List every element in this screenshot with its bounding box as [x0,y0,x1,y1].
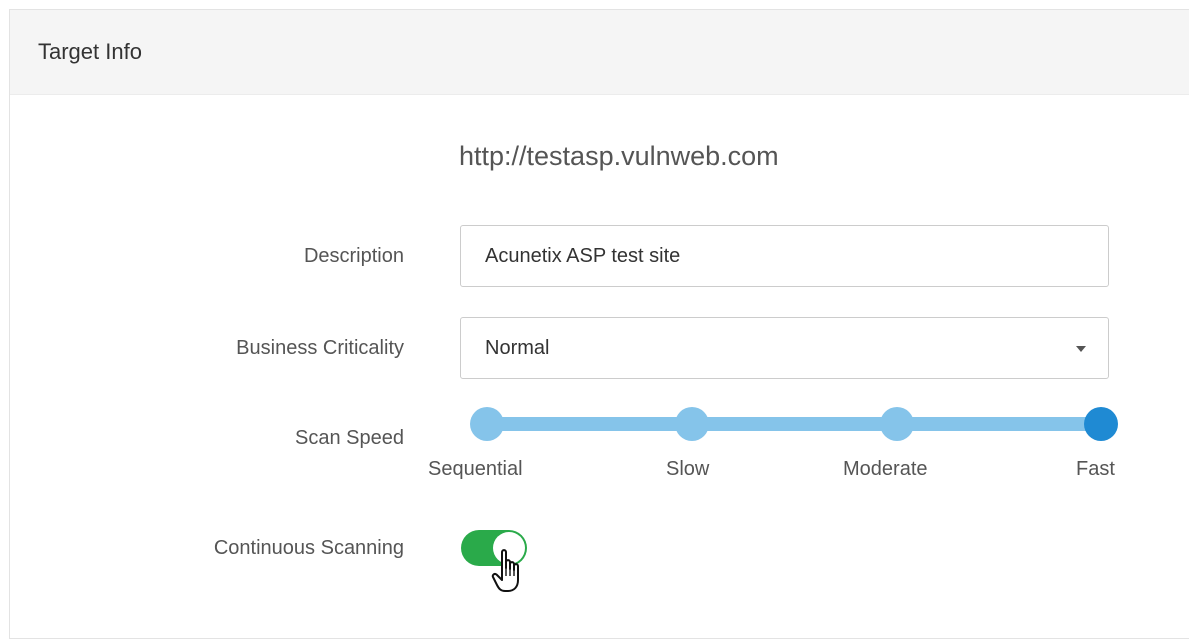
description-input[interactable]: Acunetix ASP test site [460,225,1109,287]
speed-option-fast[interactable]: Fast [1076,458,1115,481]
slider-track[interactable] [486,417,1101,431]
description-value: Acunetix ASP test site [485,245,681,267]
target-url: http://testasp.vulnweb.com [459,141,779,171]
business-criticality-select[interactable]: Normal [460,317,1109,379]
panel-title: Target Info [38,39,142,64]
chevron-down-icon [1076,346,1086,352]
panel-header: Target Info [10,10,1189,95]
slider-stop-sequential[interactable] [470,407,504,441]
business-criticality-value: Normal [485,337,550,359]
slider-stop-moderate[interactable] [880,407,914,441]
slider-stop-slow[interactable] [675,407,709,441]
speed-option-slow[interactable]: Slow [666,458,709,481]
description-label: Description [303,245,404,267]
scan-speed-slider[interactable] [470,405,1120,445]
scan-speed-label: Scan Speed [295,427,404,449]
continuous-scanning-label: Continuous Scanning [213,537,404,559]
speed-option-moderate[interactable]: Moderate [843,458,928,481]
business-criticality-label: Business Criticality [236,337,404,359]
speed-option-sequential[interactable]: Sequential [428,458,523,481]
hand-pointer-icon [491,549,519,592]
slider-stop-fast[interactable] [1084,407,1118,441]
